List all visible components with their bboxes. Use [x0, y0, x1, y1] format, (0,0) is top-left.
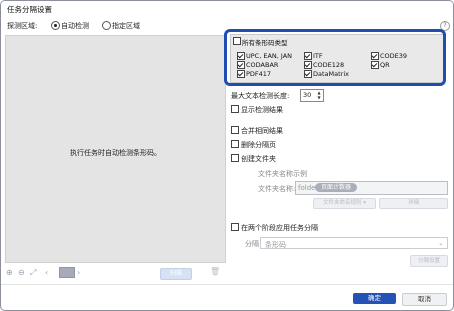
radio-auto-detect-label[interactable]: 自动检测 — [61, 21, 89, 31]
barcode-label-datamatrix: DataMatrix — [313, 70, 349, 78]
ok-button[interactable]: 确定 — [353, 293, 396, 304]
folder-detail-button[interactable]: 详细 — [379, 198, 448, 209]
max-text-length-value[interactable]: 30 — [303, 91, 311, 99]
folder-name-label: 文件夹名称: — [258, 185, 296, 193]
window-title: 任务分隔设置 — [7, 5, 52, 14]
page-indicator — [59, 267, 75, 278]
max-text-length-label: 最大文本检测长度: — [231, 92, 290, 100]
barcode-label-codabar: CODABAR — [246, 61, 279, 69]
barcode-label-qr: QR — [380, 61, 390, 69]
cancel-button[interactable]: 取消 — [402, 293, 447, 306]
folder-example-label: 文件夹名称示例 — [258, 170, 307, 178]
prev-page-icon[interactable]: ‹ — [45, 268, 48, 277]
folder-naming-rule-label: 文件夹命名规则 — [322, 200, 362, 206]
barcode-label-pdf417: PDF417 — [246, 70, 272, 78]
folder-naming-rule-button[interactable]: 文件夹命名规则 ▾ — [313, 198, 376, 209]
split-type-value: 条形码 — [265, 241, 286, 249]
chevron-down-icon: ⌄ — [438, 239, 444, 247]
merge-same-label: 合并相同结果 — [241, 127, 283, 135]
max-text-length-stepper[interactable]: 30 ▲ ▼ — [300, 89, 324, 102]
barcode-label-code39: CODE39 — [380, 52, 408, 60]
split-settings-button[interactable]: 分隔设置 — [410, 255, 448, 267]
footer-divider — [1, 284, 453, 285]
radio-specify-area[interactable] — [102, 21, 111, 30]
barcode-label-code128: CODE128 — [313, 61, 345, 69]
fit-screen-icon[interactable]: ⤢ — [30, 268, 36, 278]
all-barcodes-checkbox[interactable] — [233, 37, 241, 45]
barcode-checkbox-pdf417[interactable] — [237, 70, 245, 78]
split-type-select[interactable]: 条形码 ⌄ — [260, 237, 448, 249]
barcode-checkbox-code128[interactable] — [304, 61, 312, 69]
two-stage-split-label: 在两个阶段应用任务分隔 — [241, 224, 318, 232]
scan-button[interactable]: 扫描 — [160, 268, 192, 280]
barcode-checkbox-qr[interactable] — [371, 61, 379, 69]
radio-auto-detect[interactable] — [51, 21, 60, 30]
next-page-icon[interactable]: › — [77, 268, 80, 277]
show-results-checkbox[interactable] — [231, 105, 239, 113]
create-folder-label: 创建文件夹 — [241, 155, 276, 163]
preview-message: 执行任务时自动检测条形码。 — [70, 149, 161, 157]
stepper-down-icon[interactable]: ▼ — [316, 96, 322, 100]
merge-same-checkbox[interactable] — [231, 126, 239, 134]
task-separator-dialog: 任务分隔设置 ? 探测区域: 自动检测 指定区域 执行任务时自动检测条形码。 ⊕… — [0, 0, 454, 311]
show-results-label: 显示检测结果 — [241, 106, 283, 114]
delete-icon[interactable]: 🗑 — [210, 267, 220, 276]
radio-specify-area-label[interactable]: 指定区域 — [112, 21, 140, 31]
split-label: 分隔 — [245, 240, 259, 248]
delete-separator-checkbox[interactable] — [231, 140, 239, 148]
zoom-in-icon[interactable]: ⊕ — [6, 268, 13, 277]
two-stage-split-checkbox[interactable] — [231, 223, 239, 231]
detect-area-label: 探测区域: — [7, 22, 38, 30]
barcode-checkbox-itf[interactable] — [304, 52, 312, 60]
barcode-label-upc: UPC, EAN, JAN — [246, 52, 293, 60]
zoom-out-icon[interactable]: ⊖ — [18, 268, 25, 277]
barcode-checkbox-codabar[interactable] — [237, 61, 245, 69]
page-counter-chip[interactable]: 页面计数器 — [315, 183, 357, 192]
barcode-checkbox-code39[interactable] — [371, 52, 379, 60]
barcode-checkbox-datamatrix[interactable] — [304, 70, 312, 78]
barcode-label-itf: ITF — [313, 52, 323, 60]
delete-separator-label: 删除分隔页 — [241, 141, 276, 149]
all-barcodes-label: 所有条形码类型 — [242, 39, 288, 47]
barcode-checkbox-upc[interactable] — [237, 52, 245, 60]
title-bar: 任务分隔设置 — [1, 1, 453, 18]
create-folder-checkbox[interactable] — [231, 154, 239, 162]
preview-area: 执行任务时自动检测条形码。 — [5, 35, 226, 263]
